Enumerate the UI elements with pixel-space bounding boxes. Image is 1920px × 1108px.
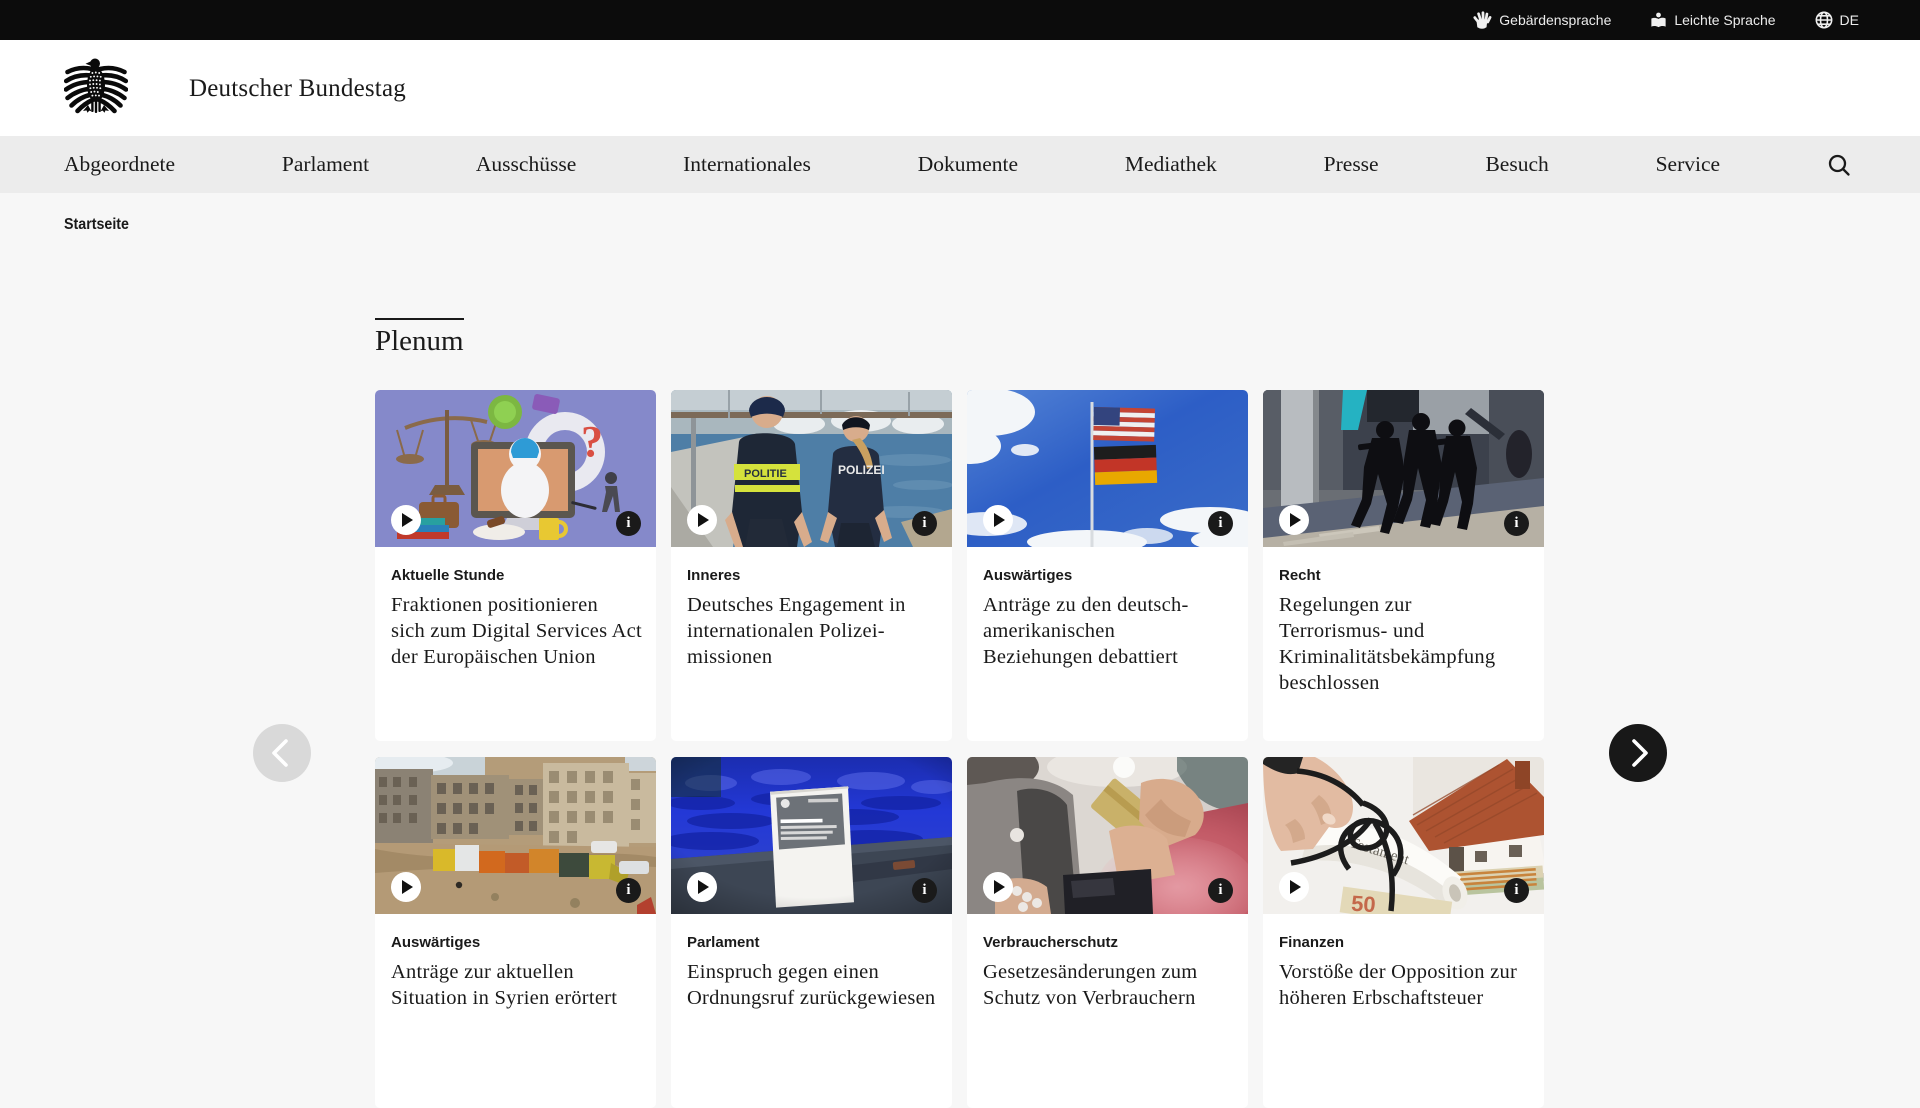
svg-text:POLITIE: POLITIE xyxy=(744,468,787,480)
svg-text:POLIZEI: POLIZEI xyxy=(838,463,885,477)
svg-text:50: 50 xyxy=(1350,891,1376,914)
svg-text:?: ? xyxy=(581,417,603,466)
